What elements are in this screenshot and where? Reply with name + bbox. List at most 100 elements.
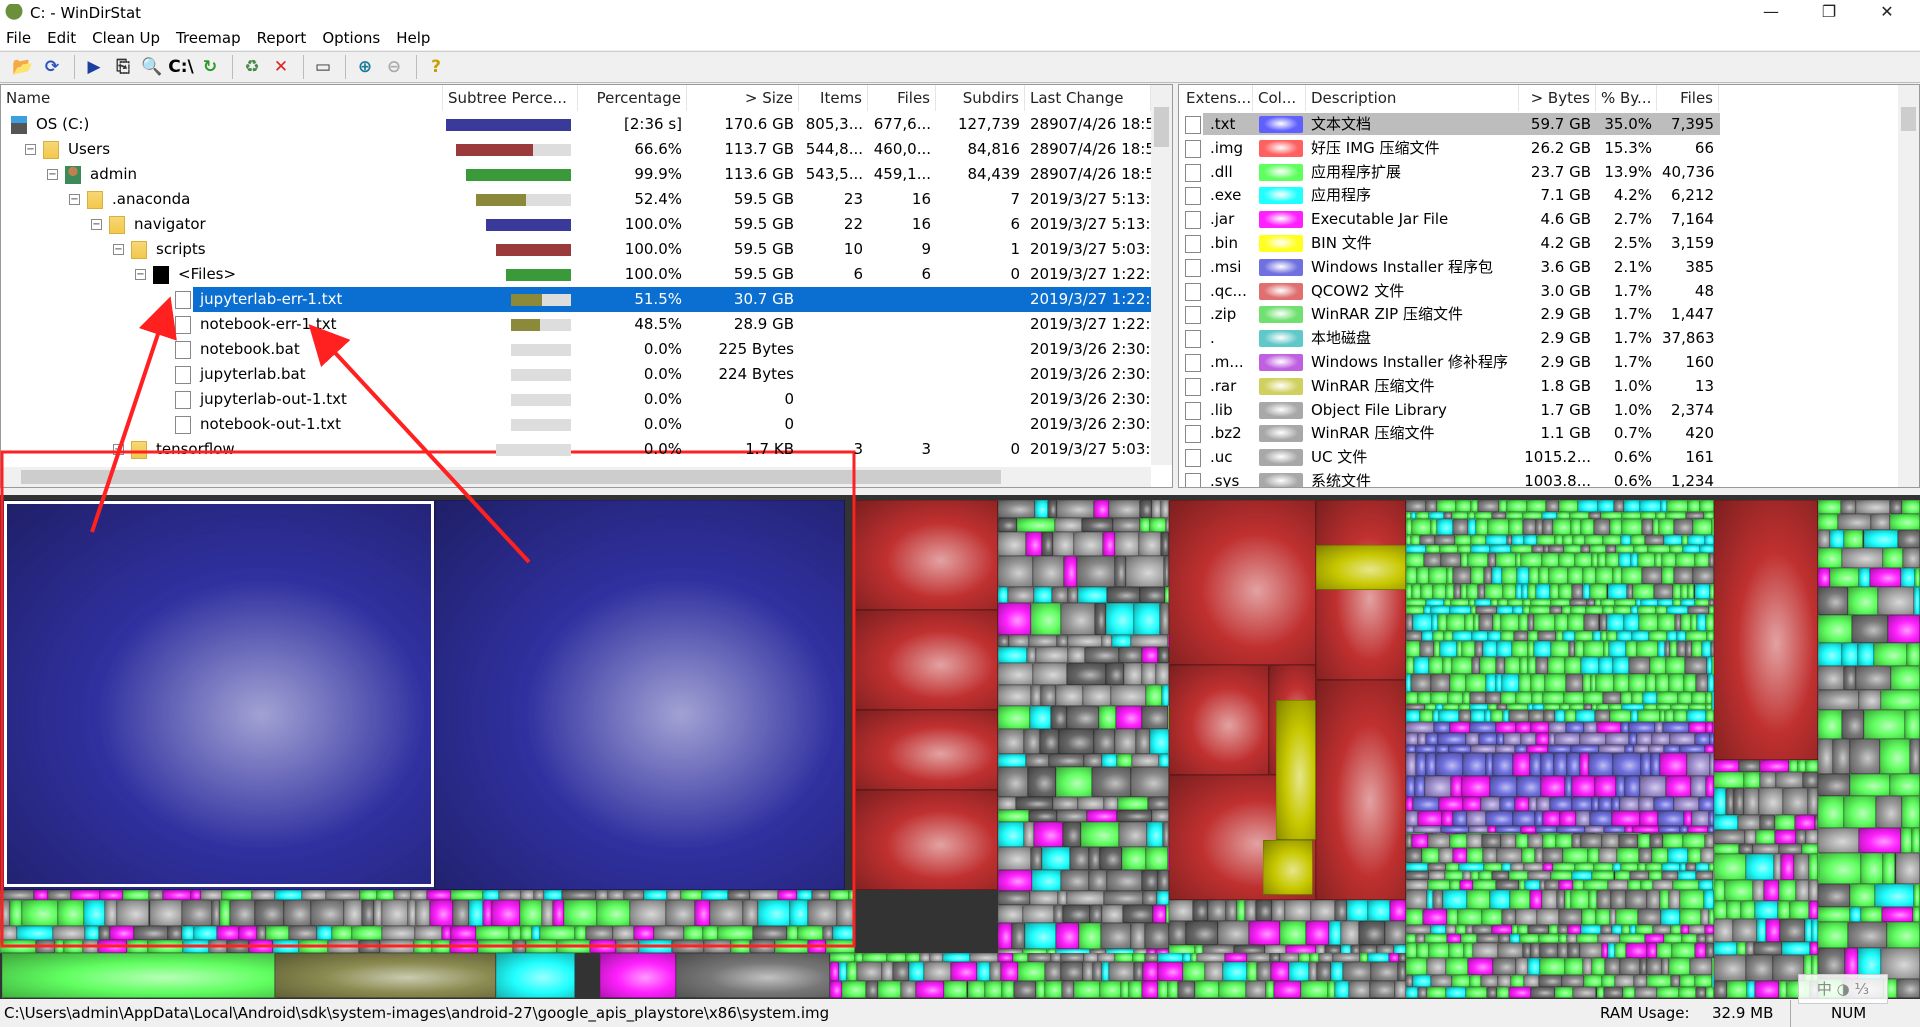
treemap-cell[interactable] <box>1704 512 1714 520</box>
treemap-cell[interactable] <box>1705 934 1714 944</box>
treemap-cell[interactable] <box>1531 986 1555 998</box>
treemap-cell[interactable] <box>1517 776 1542 798</box>
treemap-cell[interactable] <box>1876 796 1903 829</box>
treemap-cell[interactable] <box>1672 583 1682 600</box>
treemap-cell[interactable] <box>1889 774 1920 796</box>
treemap-cell[interactable] <box>1714 830 1745 845</box>
tree-row[interactable]: − .anaconda 52.4% 59.5 GB 23 16 7 2019/3/27 5:1… <box>1 187 1151 212</box>
treemap-cell[interactable] <box>976 961 990 981</box>
tree-row[interactable]: OS (C:) [2:36 s] 170.6 GB 805,3... 677,6... 1… <box>1 112 1151 137</box>
treemap-cell[interactable] <box>477 940 513 953</box>
treemap-cell[interactable] <box>1679 744 1705 754</box>
treemap-cell[interactable] <box>1279 953 1299 962</box>
treemap-cell[interactable] <box>1224 953 1248 962</box>
expand-collapse-toggle[interactable]: − <box>135 269 146 280</box>
treemap[interactable] <box>0 495 1920 999</box>
treemap-cell[interactable] <box>1818 513 1838 530</box>
treemap-cell[interactable] <box>1554 986 1573 998</box>
treemap-cell[interactable] <box>1614 974 1635 987</box>
treemap-cell[interactable] <box>1577 934 1598 944</box>
treemap-cell[interactable] <box>1084 953 1098 962</box>
treemap-cell[interactable] <box>1699 797 1714 811</box>
treemap-cell[interactable] <box>1857 643 1875 666</box>
treemap-cell[interactable] <box>1511 862 1525 871</box>
treemap-cell[interactable] <box>252 890 275 900</box>
treemap-cell[interactable] <box>1859 828 1902 854</box>
treemap-cell[interactable] <box>1565 722 1585 734</box>
treemap-cell[interactable] <box>182 940 210 953</box>
treemap-cell[interactable] <box>998 662 1034 685</box>
treemap-cell[interactable] <box>1178 980 1196 998</box>
treemap-cell[interactable] <box>1914 884 1920 908</box>
treemap-cell[interactable] <box>1426 957 1447 975</box>
treemap-cell[interactable] <box>1656 673 1669 692</box>
treemap-cell[interactable] <box>1913 587 1920 615</box>
treemap-cell[interactable] <box>496 953 575 998</box>
treemap-cell[interactable] <box>1661 870 1678 881</box>
treemap-cell[interactable] <box>1089 870 1107 892</box>
treemap-cell[interactable] <box>1691 691 1707 704</box>
treemap-cell[interactable] <box>1485 753 1494 777</box>
treemap-cell[interactable] <box>924 961 952 981</box>
treemap-cell[interactable] <box>1621 691 1633 704</box>
treemap-cell[interactable] <box>1528 631 1538 641</box>
extension-row[interactable]: .qc... QCOW2 文件 3.0 GB 1.7% 48 <box>1179 279 1899 304</box>
treemap-cell[interactable] <box>1725 879 1754 901</box>
treemap-cell[interactable] <box>1597 500 1615 513</box>
treemap-cell[interactable] <box>216 926 240 941</box>
treemap-cell[interactable] <box>1533 640 1551 657</box>
treemap-cell[interactable] <box>1583 691 1603 704</box>
treemap-cell[interactable] <box>1830 567 1860 588</box>
treemap-cell[interactable] <box>1760 814 1775 831</box>
treemap-cell[interactable] <box>1462 797 1481 811</box>
treemap-cell[interactable] <box>1388 953 1399 962</box>
treemap-cell[interactable] <box>1477 583 1485 600</box>
treemap-cell[interactable] <box>1332 953 1360 962</box>
treemap-cell[interactable] <box>1491 512 1506 520</box>
treemap-cell[interactable] <box>1679 974 1695 987</box>
treemap-cell[interactable] <box>1512 535 1524 545</box>
treemap-cell[interactable] <box>998 531 1027 557</box>
menu-clean-up[interactable]: Clean Up <box>92 29 160 47</box>
treemap-cell[interactable] <box>1406 825 1415 833</box>
treemap-cell[interactable] <box>1511 974 1525 987</box>
treemap-cell[interactable] <box>1844 796 1877 829</box>
treemap-cell[interactable] <box>110 926 134 941</box>
treemap-cell[interactable] <box>1446 614 1466 632</box>
treemap-cell[interactable] <box>1406 567 1417 584</box>
treemap-cell[interactable] <box>1666 500 1688 513</box>
treemap-cell[interactable] <box>1732 918 1758 942</box>
treemap-cell[interactable] <box>1545 673 1567 692</box>
treemap-cell[interactable] <box>1270 953 1280 962</box>
treemap-cell[interactable] <box>1531 943 1540 958</box>
treemap-cell[interactable] <box>1681 583 1689 600</box>
treemap-cell[interactable] <box>1508 709 1530 722</box>
treemap-cell[interactable] <box>1086 810 1118 822</box>
treemap-cell[interactable] <box>394 890 411 900</box>
treemap-cell[interactable] <box>1659 890 1669 909</box>
treemap-cell[interactable] <box>901 980 916 998</box>
treemap-cell[interactable] <box>1685 631 1707 641</box>
treemap-cell[interactable] <box>1532 691 1544 704</box>
treemap-cell[interactable] <box>1182 953 1191 962</box>
treemap-cell[interactable] <box>1434 535 1456 545</box>
treemap-cell[interactable] <box>1090 905 1102 923</box>
treemap-cell[interactable] <box>1553 862 1575 871</box>
treemap-cell[interactable] <box>1574 862 1595 871</box>
treemap-cell[interactable] <box>915 980 945 998</box>
treemap-cell[interactable] <box>1537 631 1556 641</box>
treemap-cell[interactable] <box>998 953 1013 962</box>
treemap-cell[interactable] <box>317 926 333 941</box>
treemap-cell[interactable] <box>1541 552 1559 568</box>
treemap-cell[interactable] <box>1497 640 1513 657</box>
treemap-cell[interactable] <box>1055 766 1093 797</box>
treemap-cell[interactable] <box>1527 833 1544 848</box>
column-header-bytes[interactable]: > Bytes <box>1519 85 1596 111</box>
treemap-cell[interactable] <box>1580 943 1602 958</box>
treemap-cell[interactable] <box>1140 587 1165 603</box>
treemap-cell[interactable] <box>1152 810 1169 822</box>
treemap-cell[interactable] <box>1101 922 1131 950</box>
treemap-cell[interactable] <box>1051 953 1062 962</box>
treemap-cell[interactable] <box>1430 924 1446 935</box>
treemap-cell[interactable] <box>1428 567 1447 584</box>
